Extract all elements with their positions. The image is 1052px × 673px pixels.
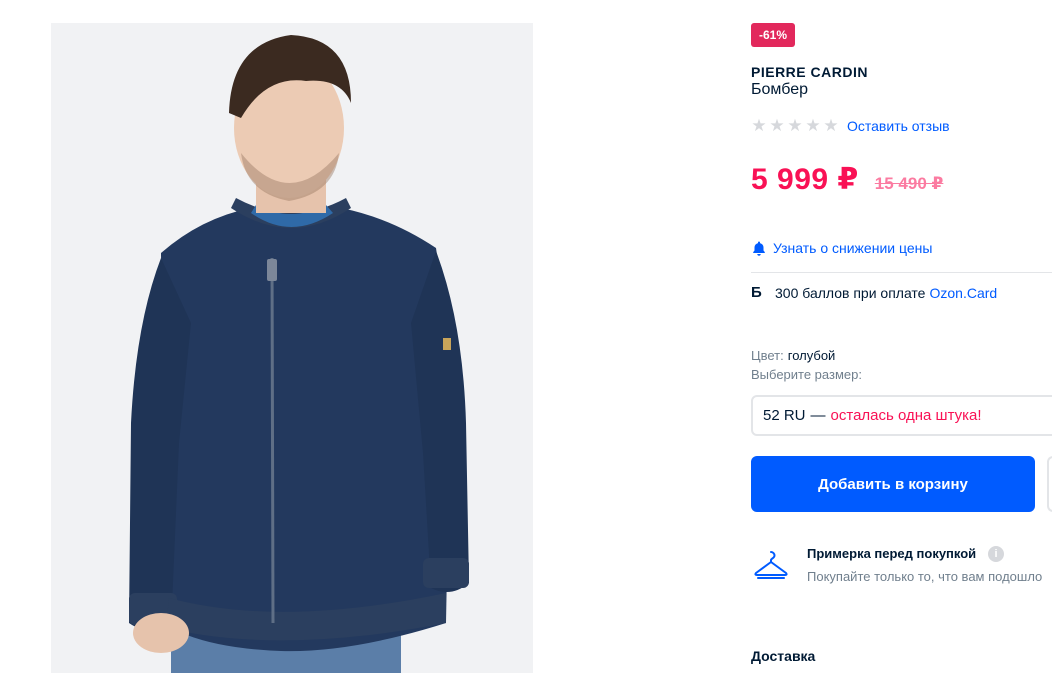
rating-row: ★ ★ ★ ★ ★ Оставить отзыв: [751, 116, 950, 136]
product-photo-image: [51, 23, 533, 673]
rating-stars: ★ ★ ★ ★ ★: [751, 116, 839, 135]
star-icon: ★: [751, 116, 767, 135]
fitting-title: Примерка перед покупкой: [807, 546, 977, 561]
points-b-icon: Б: [751, 284, 762, 301]
discount-badge: -61%: [751, 23, 796, 47]
product-info: -61% PIERRE CARDIN Бомбер ★ ★ ★ ★ ★ Оста…: [751, 0, 1052, 673]
ozon-card-points: Б 300 баллов при оплате Ozon.Card: [751, 284, 997, 301]
price-row: 5 999 ₽ 15 490 ₽: [751, 162, 943, 197]
current-price: 5 999 ₽: [751, 163, 859, 196]
color-value: голубой: [787, 348, 836, 363]
brand-name[interactable]: PIERRE CARDIN: [751, 64, 868, 80]
product-photo[interactable]: [51, 23, 533, 673]
fitting-info: Примерка перед покупкой i Покупайте толь…: [751, 545, 1052, 595]
old-price: 15 490 ₽: [874, 174, 944, 193]
ozon-card-link[interactable]: Ozon.Card: [929, 285, 997, 301]
leave-review-link[interactable]: Оставить отзыв: [847, 118, 950, 134]
price-drop-notify-label: Узнать о снижении цены: [773, 240, 933, 256]
points-text: 300 баллов при оплате: [775, 284, 926, 301]
fitting-description: Покупайте только то, что вам подошло: [807, 569, 1043, 584]
add-to-cart-button[interactable]: Добавить в корзину: [751, 456, 1035, 512]
size-selector[interactable]: 52 RU — осталась одна штука!: [751, 395, 1052, 436]
color-row: Цвет: голубой: [751, 348, 835, 363]
size-prompt: Выберите размер:: [751, 367, 862, 382]
price-drop-notify-link[interactable]: Узнать о снижении цены: [751, 240, 932, 256]
selected-size: 52 RU: [763, 407, 806, 424]
bell-icon: [753, 241, 765, 256]
star-icon: ★: [805, 116, 821, 135]
color-label: Цвет:: [751, 348, 784, 363]
hanger-icon: [754, 551, 788, 579]
size-dash: —: [810, 407, 826, 424]
secondary-action-button[interactable]: [1047, 456, 1052, 512]
divider: [751, 272, 1052, 273]
star-icon: ★: [787, 116, 803, 135]
product-title: Бомбер: [751, 81, 808, 98]
star-icon: ★: [823, 116, 839, 135]
delivery-heading: Доставка: [751, 648, 816, 664]
stock-warning: осталась одна штука!: [830, 407, 982, 424]
star-icon: ★: [769, 116, 785, 135]
info-icon[interactable]: i: [988, 546, 1004, 562]
